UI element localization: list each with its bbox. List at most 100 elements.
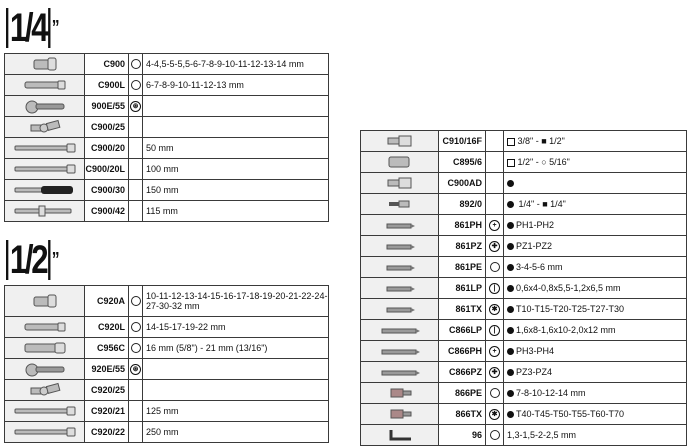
size-description: 100 mm bbox=[146, 164, 179, 174]
hex-drive-icon bbox=[507, 411, 514, 419]
table-row: 900E/55 ⊛ bbox=[4, 95, 329, 117]
drive-symbol-cell bbox=[128, 116, 143, 138]
heading-half-mark: ” bbox=[51, 249, 60, 271]
table-row: C900L 6-7-8-9-10-11-12-13 mm bbox=[4, 74, 329, 96]
size-description-cell: 0,6x4-0,8x5,5-1,2x6,5 mm bbox=[503, 277, 687, 299]
size-description-cell: 1,3-1,5-2-2,5 mm bbox=[503, 424, 687, 446]
drive-symbol-cell bbox=[128, 379, 143, 401]
bit-icon bbox=[383, 243, 417, 251]
square-drive-icon bbox=[507, 158, 515, 167]
drive-symbol-cell: ✱ bbox=[485, 298, 504, 320]
table-row: C920L 14-15-17-19-22 mm bbox=[4, 316, 329, 338]
size-description: 14-15-17-19-22 mm bbox=[146, 322, 226, 332]
tool-image-cell bbox=[4, 158, 85, 180]
bits-table: C910/16F 3/8" - ■ 1/2" C895/6 1/2" - ○ 5/… bbox=[360, 130, 687, 446]
tool-image-cell bbox=[360, 298, 439, 320]
drive-symbol-cell bbox=[485, 382, 504, 404]
hex-drive-icon bbox=[507, 348, 514, 356]
drive-symbol-cell bbox=[128, 200, 143, 222]
product-code: C920/21 bbox=[84, 400, 129, 422]
half-inch-table: C920A 10-11-12-13-14-15-16-17-18-19-20-21… bbox=[4, 285, 329, 443]
tool-image-cell bbox=[360, 172, 439, 194]
size-description: PH1-PH2 bbox=[516, 220, 555, 230]
tool-image-cell bbox=[360, 403, 439, 425]
drive-symbol-cell: ✚ bbox=[485, 361, 504, 383]
hex-drive-filled-icon bbox=[507, 201, 514, 209]
product-code: 920E/55 bbox=[84, 358, 129, 380]
product-code: C866PH bbox=[438, 340, 486, 362]
hex-outline-icon bbox=[489, 430, 500, 441]
size-description: 10-11-12-13-14-15-16-17-18-19-20-21-22-2… bbox=[146, 291, 328, 311]
hex-drive-icon bbox=[507, 306, 514, 314]
size-description-cell bbox=[142, 116, 329, 138]
table-row: C900AD bbox=[360, 172, 687, 194]
size-description: 3/8" - ■ 1/2" bbox=[517, 136, 565, 146]
drive-symbol-cell bbox=[128, 74, 143, 96]
tool-image-cell bbox=[360, 214, 439, 236]
size-description: 6-7-8-9-10-11-12-13 mm bbox=[146, 80, 244, 90]
deep-socket-icon bbox=[22, 79, 68, 91]
size-description: 1/4" - ■ 1/4" bbox=[518, 199, 566, 209]
hex-drive-icon bbox=[507, 369, 514, 377]
size-description-cell: 7-8-10-12-14 mm bbox=[503, 382, 687, 404]
size-description-cell: 3-4-5-6 mm bbox=[503, 256, 687, 278]
tool-image-cell bbox=[4, 137, 85, 159]
hex-outline-icon bbox=[130, 296, 141, 307]
t-bar-icon bbox=[13, 205, 77, 217]
table-row: 920E/55 ⊛ bbox=[4, 358, 329, 380]
size-description: 150 mm bbox=[146, 185, 179, 195]
table-row: C956C 16 mm (5/8") - 21 mm (13/16") bbox=[4, 337, 329, 359]
drive-symbol-cell bbox=[128, 400, 143, 422]
size-description-cell bbox=[142, 358, 329, 380]
tool-image-cell bbox=[4, 337, 85, 359]
tool-image-cell bbox=[360, 235, 439, 257]
size-description-cell: 14-15-17-19-22 mm bbox=[142, 316, 329, 338]
tool-image-cell bbox=[4, 200, 85, 222]
universal-joint-icon bbox=[28, 119, 62, 135]
product-code: C920/22 bbox=[84, 421, 129, 443]
hex-drive-icon bbox=[507, 222, 514, 230]
extension-icon bbox=[13, 427, 77, 437]
size-description-cell: 1/2" - ○ 5/16" bbox=[503, 151, 687, 173]
size-description: 250 mm bbox=[146, 427, 179, 437]
torx-icon: ✱ bbox=[489, 303, 500, 315]
hex-outline-icon bbox=[130, 343, 141, 354]
drive-symbol-cell bbox=[128, 53, 143, 75]
hex-outline-icon bbox=[489, 388, 500, 399]
size-description: 3-4-5-6 mm bbox=[516, 262, 563, 272]
drive-symbol-cell: ⊛ bbox=[128, 358, 143, 380]
bit-icon bbox=[383, 306, 417, 314]
drive-symbol-cell bbox=[128, 179, 143, 201]
ratchet-icon bbox=[22, 98, 68, 114]
table-row: C866LP | 1,6x8-1,6x10-2,0x12 mm bbox=[360, 319, 687, 341]
socket-icon bbox=[30, 294, 60, 308]
table-row: C900/42 115 mm bbox=[4, 200, 329, 222]
size-description-cell: PH1-PH2 bbox=[503, 214, 687, 236]
pozidriv-icon: ✚ bbox=[489, 240, 500, 252]
size-description-cell bbox=[142, 379, 329, 401]
product-code: C866PZ bbox=[438, 361, 486, 383]
extension-icon bbox=[13, 406, 77, 416]
table-row: C900/30 150 mm bbox=[4, 179, 329, 201]
size-description: PZ3-PZ4 bbox=[516, 367, 553, 377]
size-description-cell: 4-4,5-5-5,5-6-7-8-9-10-11-12-13-14 mm bbox=[142, 53, 329, 75]
tool-image-cell bbox=[360, 130, 439, 152]
table-row: 866TX ✱ T40-T45-T50-T55-T60-T70 bbox=[360, 403, 687, 425]
size-description-cell: 1,6x8-1,6x10-2,0x12 mm bbox=[503, 319, 687, 341]
table-row: 861LP | 0,6x4-0,8x5,5-1,2x6,5 mm bbox=[360, 277, 687, 299]
tool-image-cell bbox=[4, 74, 85, 96]
tool-image-cell bbox=[4, 379, 85, 401]
drive-symbol-cell: | bbox=[485, 319, 504, 341]
hex-outline-icon bbox=[130, 59, 141, 70]
product-code: C920L bbox=[84, 316, 129, 338]
adapter-icon bbox=[385, 176, 415, 190]
size-description: 50 mm bbox=[146, 143, 174, 153]
tool-image-cell bbox=[360, 340, 439, 362]
table-row: 861PE 3-4-5-6 mm bbox=[360, 256, 687, 278]
size-description-cell: T40-T45-T50-T55-T60-T70 bbox=[503, 403, 687, 425]
drive-symbol-cell: ✱ bbox=[485, 403, 504, 425]
table-row: 861PZ ✚ PZ1-PZ2 bbox=[360, 235, 687, 257]
product-code: C900/25 bbox=[84, 116, 129, 138]
size-description: 4-4,5-5-5,5-6-7-8-9-10-11-12-13-14 mm bbox=[146, 59, 304, 69]
table-row: C920A 10-11-12-13-14-15-16-17-18-19-20-21… bbox=[4, 285, 329, 317]
